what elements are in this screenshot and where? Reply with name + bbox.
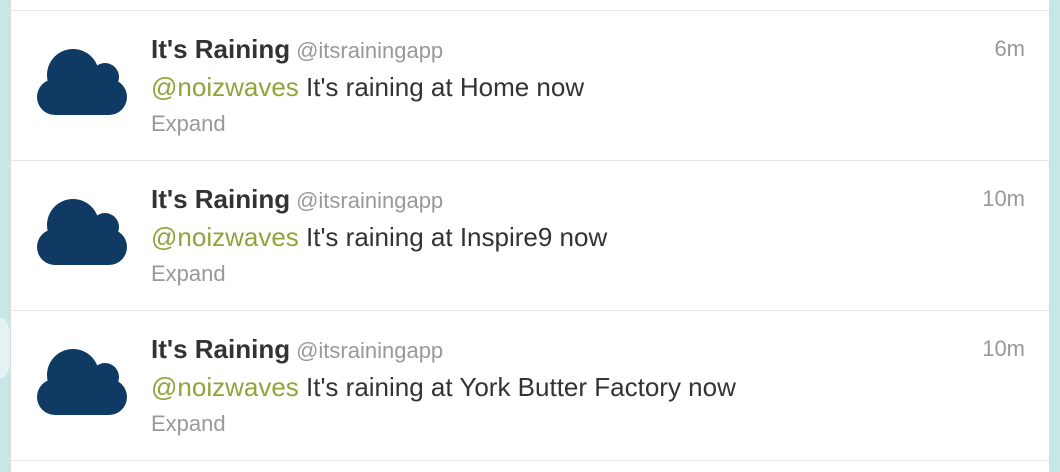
mention-link[interactable]: @noizwaves — [151, 72, 299, 102]
tweet-header: It's Raining @itsrainingapp — [151, 183, 443, 215]
tweet-text: @noizwaves It's raining at Inspire9 now — [151, 219, 607, 255]
cloud-icon — [37, 49, 127, 115]
expand-link[interactable]: Expand — [151, 409, 226, 439]
mention-link[interactable]: @noizwaves — [151, 372, 299, 402]
tweet-header: It's Raining @itsrainingapp — [151, 333, 443, 365]
tweet-timestamp[interactable]: 10m — [982, 183, 1025, 215]
tweet-timestamp[interactable]: 10m — [982, 333, 1025, 365]
tweet-item[interactable]: It's Raining @itsrainingapp 10m @noizwave… — [11, 310, 1049, 460]
cloud-icon — [37, 199, 127, 265]
author-handle[interactable]: @itsrainingapp — [296, 338, 443, 363]
avatar[interactable] — [35, 345, 129, 415]
tweet-timeline: It's Raining @itsrainingapp 6m @noizwaves… — [10, 0, 1050, 472]
author-name[interactable]: It's Raining — [151, 34, 290, 64]
author-handle[interactable]: @itsrainingapp — [296, 38, 443, 63]
avatar[interactable] — [35, 45, 129, 115]
tweet-body: It's raining at Inspire9 now — [298, 222, 608, 252]
tweet-body: It's raining at York Butter Factory now — [298, 372, 736, 402]
author-handle[interactable]: @itsrainingapp — [296, 188, 443, 213]
tweet-body: It's raining at Home now — [298, 72, 585, 102]
expand-link[interactable]: Expand — [151, 259, 226, 289]
tweet-text: @noizwaves It's raining at York Butter F… — [151, 369, 736, 405]
mention-link[interactable]: @noizwaves — [151, 222, 299, 252]
avatar[interactable] — [35, 195, 129, 265]
author-name[interactable]: It's Raining — [151, 184, 290, 214]
cloud-icon — [37, 349, 127, 415]
expand-link[interactable]: Expand — [151, 109, 226, 139]
timeline-divider — [11, 460, 1049, 461]
tweet-text: @noizwaves It's raining at Home now — [151, 69, 584, 105]
tweet-header: It's Raining @itsrainingapp — [151, 33, 443, 65]
tweet-timestamp[interactable]: 6m — [994, 33, 1025, 65]
tweet-item[interactable]: It's Raining @itsrainingapp 10m @noizwave… — [11, 160, 1049, 310]
tweet-item[interactable]: It's Raining @itsrainingapp 6m @noizwaves… — [11, 10, 1049, 160]
author-name[interactable]: It's Raining — [151, 334, 290, 364]
